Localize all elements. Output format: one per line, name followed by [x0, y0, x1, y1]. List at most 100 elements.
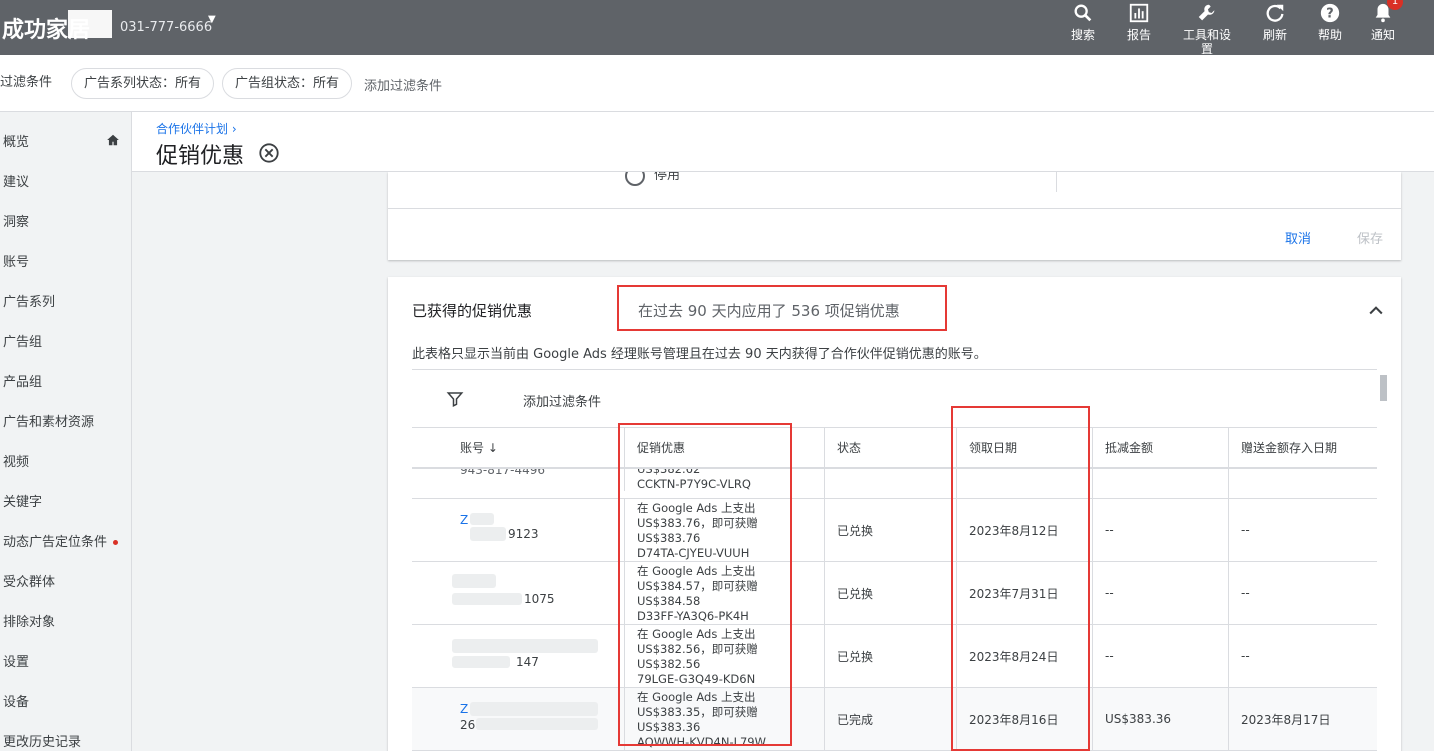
table-add-filter[interactable]: 添加过滤条件 — [523, 391, 601, 410]
search-icon — [1074, 4, 1092, 22]
table-header: 账号 ↓ 促销优惠 状态 领取日期 抵减金额 赠送金额存入日期 — [412, 427, 1377, 469]
sidebar-item-devices[interactable]: 设备 — [3, 691, 29, 710]
close-icon[interactable] — [258, 142, 280, 164]
filter-label: 过滤条件 — [0, 75, 53, 90]
redacted-block — [476, 718, 598, 730]
card-title: 已获得的促销优惠 — [412, 302, 533, 320]
status-cell: 已兑换 — [824, 499, 956, 561]
account-link[interactable]: Z — [460, 702, 468, 716]
amount-cell — [1092, 469, 1228, 498]
redacted-block — [68, 10, 112, 38]
tools-settings[interactable]: 工具和设置 — [1177, 0, 1237, 56]
table-row: 943-817-4496 US$382.62 CCKTN-P7Y9C-VLRQ — [412, 469, 1377, 499]
sidebar-item-insights[interactable]: 洞察 — [3, 211, 29, 230]
highlight-box — [618, 423, 792, 746]
sidebar-item-accounts[interactable]: 账号 — [3, 251, 29, 270]
credit-date-cell: -- — [1228, 562, 1377, 624]
highlight-box — [951, 406, 1090, 751]
credit-date-cell: -- — [1228, 625, 1377, 687]
breadcrumb[interactable]: 合作伙伴计划 › — [156, 120, 237, 137]
table-row: Z 26 在 Google Ads 上支出 US$383.35，即可获赠 US$… — [412, 688, 1377, 751]
sidebar-item-adgroups[interactable]: 广告组 — [3, 331, 42, 350]
sidebar-item-product-groups[interactable]: 产品组 — [3, 371, 42, 390]
help-label: 帮助 — [1317, 28, 1342, 42]
highlight-box — [617, 285, 947, 331]
page-title: 促销优惠 — [156, 144, 245, 169]
top-bar: 成功家居 031-777-6666 ▼ 搜索 报告 工具和设置 刷新 ? 帮助 … — [0, 0, 1434, 56]
sidebar-item-videos[interactable]: 视频 — [3, 451, 29, 470]
cancel-button[interactable]: 取消 — [1285, 228, 1311, 247]
divider — [1056, 172, 1057, 192]
sidebar-item-recommendations[interactable]: 建议 — [3, 171, 29, 190]
campaign-status-chip[interactable]: 广告系列状态：所有 — [71, 68, 215, 99]
arrow-down-icon: ↓ — [487, 441, 498, 455]
column-status[interactable]: 状态 — [824, 428, 952, 468]
account-number: 26 — [460, 718, 476, 732]
redacted-block — [452, 639, 598, 653]
sidebar-item-ads-assets[interactable]: 广告和素材资源 — [3, 411, 94, 430]
notification-tool[interactable]: 通知 — [1353, 0, 1413, 42]
status-cell — [824, 469, 956, 498]
card-description: 此表格只显示当前由 Google Ads 经理账号管理且在过去 90 天内获得了… — [412, 347, 987, 362]
add-filter-link[interactable]: 添加过滤条件 — [364, 75, 442, 94]
refresh-tool[interactable]: 刷新 — [1245, 0, 1305, 42]
column-amount[interactable]: 抵减金额 — [1092, 428, 1228, 468]
adgroup-status-chip[interactable]: 广告组状态：所有 — [222, 68, 353, 99]
breadcrumb-link[interactable]: 合作伙伴计划 — [156, 122, 228, 136]
redacted-block — [452, 656, 510, 668]
refresh-label: 刷新 — [1262, 28, 1287, 42]
credit-date-cell: -- — [1228, 499, 1377, 561]
report-tool[interactable]: 报告 — [1109, 0, 1169, 42]
table-row: Z 9123 在 Google Ads 上支出 US$383.76，即可获赠 U… — [412, 499, 1377, 562]
redacted-block — [470, 702, 598, 716]
save-button[interactable]: 保存 — [1357, 228, 1383, 247]
tools-label: 工具和设置 — [1183, 28, 1232, 56]
sidebar-item-audiences[interactable]: 受众群体 — [3, 571, 55, 590]
redacted-block — [452, 593, 522, 605]
amount-cell: -- — [1092, 499, 1228, 561]
refresh-icon — [1266, 4, 1284, 22]
account-link[interactable]: Z — [460, 513, 468, 527]
wrench-icon — [1198, 4, 1215, 21]
sidebar-item-dynamic-targets[interactable]: 动态广告定位条件 — [3, 531, 119, 550]
account-id: 031-777-6666 — [120, 20, 213, 35]
redacted-block — [470, 513, 494, 525]
table-row: 1075 在 Google Ads 上支出 US$384.57，即可获赠 US$… — [412, 562, 1377, 625]
promotions-card: 已获得的促销优惠 在过去 90 天内应用了 536 项促销优惠 此表格只显示当前… — [388, 277, 1401, 751]
sidebar-item-settings[interactable]: 设置 — [3, 651, 29, 670]
chevron-right-icon: › — [231, 122, 237, 136]
sidebar-item-campaigns[interactable]: 广告系列 — [3, 291, 55, 310]
account-number: 9123 — [508, 527, 539, 541]
search-label: 搜索 — [1070, 28, 1095, 42]
account-number: 1075 — [524, 592, 555, 606]
redacted-block — [470, 527, 506, 541]
account-dropdown-icon[interactable]: ▼ — [208, 14, 216, 25]
alert-dot-icon — [113, 540, 119, 545]
status-cell: 已兑换 — [824, 625, 956, 687]
table-scrollbar[interactable] — [1380, 375, 1387, 401]
report-label: 报告 — [1126, 28, 1151, 42]
promotions-table: 添加过滤条件 账号 ↓ 促销优惠 状态 领取日期 抵减金额 赠送金额存入日期 9… — [412, 369, 1377, 751]
sidebar-item-overview[interactable]: 概览 — [3, 131, 29, 150]
settings-card: 停用 取消 保存 — [388, 166, 1401, 260]
filter-icon[interactable] — [446, 390, 464, 408]
help-tool[interactable]: ? 帮助 — [1300, 0, 1360, 42]
sidebar-item-change-history[interactable]: 更改历史记录 — [3, 731, 81, 750]
notification-label: 通知 — [1370, 28, 1395, 42]
filter-bar: 过滤条件 广告系列状态：所有 广告组状态：所有 添加过滤条件 — [0, 55, 1434, 112]
redacted-block — [452, 574, 496, 588]
chevron-up-icon[interactable] — [1366, 301, 1386, 321]
svg-text:?: ? — [1326, 7, 1333, 22]
column-account[interactable]: 账号 ↓ — [412, 428, 617, 468]
sidebar-item-keywords[interactable]: 关键字 — [3, 491, 42, 510]
credit-date-cell: 2023年8月17日 — [1228, 688, 1377, 750]
home-icon[interactable] — [106, 133, 120, 147]
divider — [388, 208, 1401, 209]
sidebar: 概览 建议 洞察 账号 广告系列 广告组 产品组 广告和素材资源 视频 关键字 … — [0, 112, 132, 751]
sidebar-item-exclusions[interactable]: 排除对象 — [3, 611, 55, 630]
account-number: 943-817-4496 — [460, 469, 546, 477]
column-label: 账号 — [460, 441, 485, 455]
search-tool[interactable]: 搜索 — [1053, 0, 1113, 42]
column-credit-date[interactable]: 赠送金额存入日期 — [1228, 428, 1377, 468]
amount-cell: US$383.36 — [1092, 688, 1228, 750]
